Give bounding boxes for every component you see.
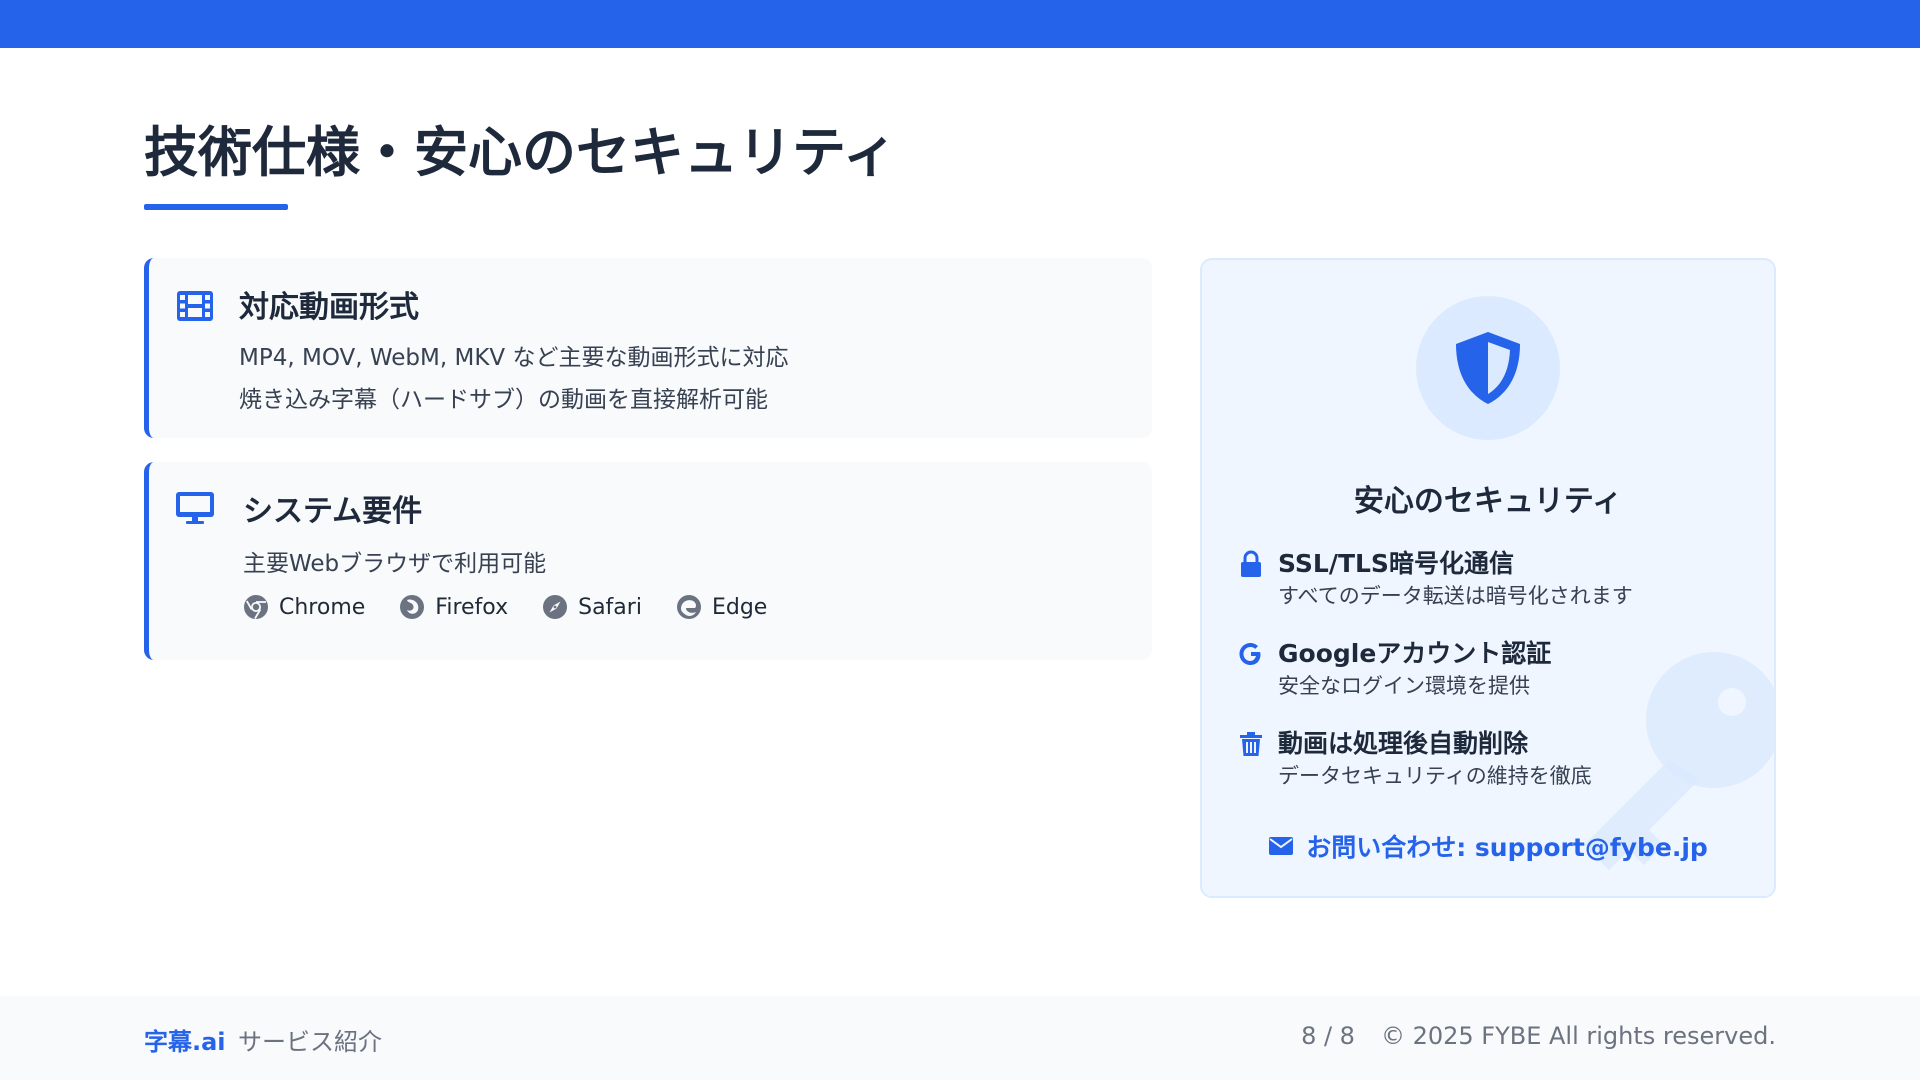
lock-icon [1241, 550, 1261, 577]
contact-link[interactable]: お問い合わせ: support@fybe.jp [1202, 828, 1774, 864]
browser-list: Chrome Firefox Safari Edge [243, 594, 767, 620]
video-formats-card: 対応動画形式 MP4, MOV, WebM, MKV など主要な動画形式に対応 … [144, 258, 1152, 438]
page-number: 8 / 8 [1301, 1022, 1355, 1050]
safari-icon [543, 595, 568, 619]
browser-safari: Safari [542, 594, 642, 620]
browser-chrome: Chrome [243, 594, 365, 620]
envelope-icon [1269, 837, 1294, 855]
video-formats-line-1: MP4, MOV, WebM, MKV など主要な動画形式に対応 [239, 345, 789, 371]
monitor-icon [176, 492, 214, 524]
contact-email[interactable]: お問い合わせ: support@fybe.jp [1306, 828, 1708, 864]
browser-edge-label: Edge [711, 594, 768, 620]
video-formats-line-2: 焼き込み字幕（ハードサブ）の動画を直接解析可能 [239, 387, 768, 413]
browser-firefox: Firefox [399, 594, 508, 620]
copyright: © 2025 FYBE All rights reserved. [1380, 1022, 1776, 1050]
shield-badge [1416, 296, 1560, 440]
system-requirements-line: 主要Webブラウザで利用可能 [243, 551, 547, 577]
video-formats-title: 対応動画形式 [239, 290, 419, 325]
browser-firefox-label: Firefox [435, 594, 509, 620]
title-underline [144, 204, 288, 210]
film-icon [177, 291, 213, 321]
slide: 技術仕様・安心のセキュリティ 対応動画形式 MP4, MOV, WebM, MK… [0, 0, 1920, 1080]
footer-brand: 字幕.ai [144, 1028, 226, 1056]
security-item-description: 安全なログイン環境を提供 [1278, 674, 1530, 698]
security-item-heading: 動画は処理後自動削除 [1278, 729, 1529, 758]
security-item-heading: SSL/TLS暗号化通信 [1278, 549, 1514, 578]
firefox-icon [400, 595, 425, 619]
google-icon [1239, 643, 1261, 665]
security-item-heading: Googleアカウント認証 [1278, 639, 1552, 668]
browser-safari-label: Safari [578, 594, 642, 620]
system-requirements-title: システム要件 [243, 494, 423, 529]
security-title: 安心のセキュリティ [1353, 484, 1623, 519]
page-title: 技術仕様・安心のセキュリティ [144, 121, 897, 184]
edge-icon [676, 595, 701, 619]
security-panel: 安心のセキュリティ SSL/TLS暗号化通信 すべてのデータ転送は暗号化されます… [1200, 258, 1776, 898]
trash-icon [1240, 732, 1262, 756]
top-accent-bar [0, 0, 1920, 48]
chrome-icon [244, 595, 268, 619]
security-item-description: データセキュリティの維持を徹底 [1278, 764, 1592, 788]
footer-subtitle: サービス紹介 [238, 1028, 382, 1056]
footer: 字幕.ai サービス紹介 8 / 8 © 2025 FYBE All right… [0, 996, 1920, 1080]
browser-chrome-label: Chrome [279, 594, 366, 620]
browser-edge: Edge [676, 594, 767, 620]
security-item-description: すべてのデータ転送は暗号化されます [1278, 584, 1633, 608]
system-requirements-card: システム要件 主要Webブラウザで利用可能 Chrome Firefox Saf… [144, 462, 1152, 660]
shield-icon [1456, 332, 1520, 404]
footer-right: 8 / 8 © 2025 FYBE All rights reserved. [1301, 1022, 1776, 1050]
